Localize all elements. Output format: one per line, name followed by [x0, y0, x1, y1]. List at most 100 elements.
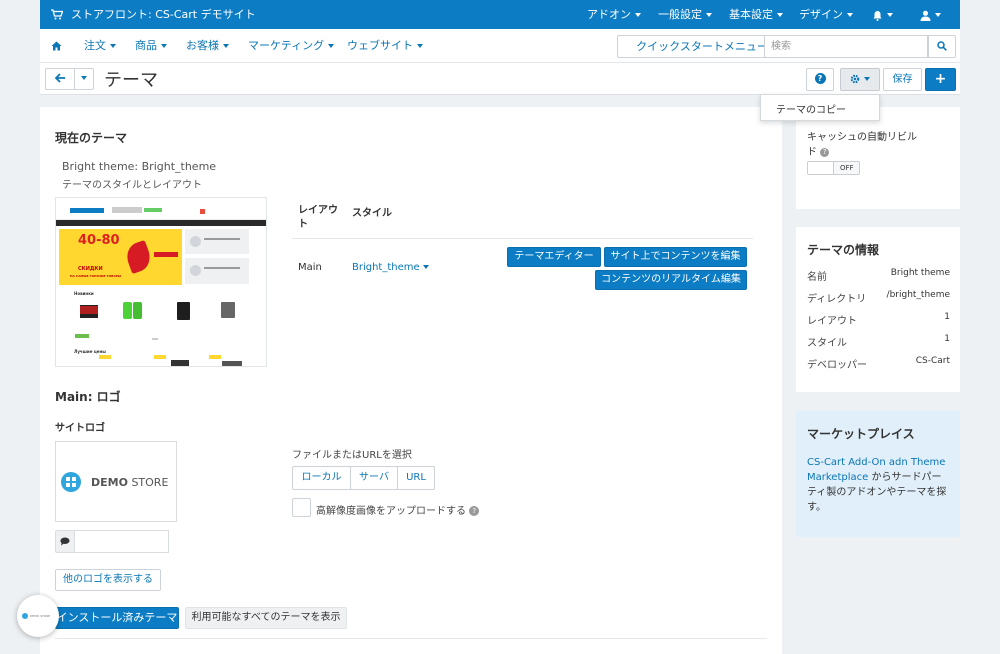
nav-website-label: ウェブサイト: [347, 39, 413, 52]
promo-text: СКИДКИ: [78, 266, 103, 272]
store-title[interactable]: ストアフロント: CS-Cart デモサイト: [71, 0, 256, 29]
menu-addons[interactable]: アドオン: [587, 0, 641, 29]
nav-marketing-label: マーケティング: [248, 39, 325, 52]
user-icon[interactable]: [920, 0, 941, 29]
nav-products[interactable]: 商品: [135, 29, 167, 63]
tab-installed-themes[interactable]: インストール済みテーマ: [55, 607, 179, 629]
question-icon: ?: [814, 73, 826, 84]
info-value-layout[interactable]: 1: [944, 312, 950, 322]
menu-general[interactable]: 一般設定: [658, 0, 712, 29]
col-layout-header: レイアウト: [298, 205, 338, 230]
logo-alt-input[interactable]: [75, 530, 169, 553]
preview-section-label-2: Лучшие цены: [74, 349, 106, 354]
current-theme-title: 現在のテーマ: [55, 131, 128, 145]
search-button[interactable]: [928, 35, 956, 58]
theme-name: Bright theme: Bright_theme: [62, 160, 217, 173]
theme-editor-button[interactable]: テーマエディター: [507, 247, 601, 267]
search-input[interactable]: 検索: [764, 35, 928, 58]
source-local-button[interactable]: ローカル: [292, 466, 351, 490]
top-bar: ストアフロント: CS-Cart デモサイト アドオン 一般設定 基本設定 デザ…: [40, 0, 960, 29]
menu-design-label: デザイン: [799, 8, 843, 21]
logo-icon: [61, 472, 81, 492]
col-style-header: スタイル: [352, 208, 392, 219]
theme-info-title: テーマの情報: [807, 243, 880, 257]
info-value-developer: CS-Cart: [915, 356, 950, 366]
cache-toggle[interactable]: OFF: [807, 161, 860, 175]
quick-start-label: クイックスタートメニュー: [636, 40, 768, 53]
logo-text-light: STORE: [127, 476, 169, 489]
comment-icon: [55, 530, 75, 553]
help-button[interactable]: ?: [806, 68, 834, 91]
hidpi-label-text: 高解像度画像をアップロードする: [316, 506, 466, 517]
cart-icon[interactable]: [51, 0, 64, 29]
chevron-down-icon: [81, 76, 87, 80]
tabs-divider: [55, 638, 767, 639]
logo-text: DEMO STORE: [91, 476, 168, 489]
info-value-name: Bright theme: [890, 268, 950, 278]
logo-section-title: Main: ロゴ: [55, 390, 121, 404]
info-key-directory: ディレクトリ: [807, 294, 867, 305]
page-header: テーマ ? 保存 +: [40, 63, 960, 95]
info-value-style[interactable]: 1: [944, 334, 950, 344]
show-other-logos-button[interactable]: 他のロゴを表示する: [55, 569, 161, 591]
file-select-label: ファイルまたはURLを選択: [292, 450, 412, 461]
edit-on-site-button[interactable]: サイト上でコンテンツを編集: [604, 247, 747, 267]
menu-settings-label: 基本設定: [729, 8, 773, 21]
cache-rebuild-label: キャッシュの自動リビルド ?: [807, 130, 919, 160]
table-divider: [292, 238, 753, 239]
nav-customers[interactable]: お客様: [186, 29, 229, 63]
hidpi-label: 高解像度画像をアップロードする ?: [316, 502, 480, 517]
source-url-button[interactable]: URL: [397, 466, 435, 490]
menu-addons-label: アドオン: [587, 8, 631, 21]
style-value-link[interactable]: Bright_theme: [352, 262, 429, 273]
nav-website[interactable]: ウェブサイト: [347, 29, 423, 63]
main-nav: 注文 商品 お客様 マーケティング ウェブサイト クイックスタートメニュー 検索: [40, 29, 960, 63]
promo-number: 40-80: [78, 233, 120, 248]
toggle-handle: [808, 162, 834, 174]
promo-sub: НА САМЫЕ ГОРЯЧИЕ ТОВАРЫ: [70, 274, 122, 278]
nav-customers-label: お客様: [186, 39, 219, 52]
info-value-directory[interactable]: /bright_theme: [887, 290, 950, 300]
theme-preview: 40-80 СКИДКИ НА САМЫЕ ГОРЯЧИЕ ТОВАРЫ Нов…: [55, 197, 267, 367]
menu-settings[interactable]: 基本設定: [729, 0, 783, 29]
logo-text-bold: DEMO: [91, 476, 128, 489]
source-server-button[interactable]: サーバ: [350, 466, 398, 490]
hidpi-checkbox[interactable]: [292, 498, 311, 517]
home-icon[interactable]: [51, 29, 62, 63]
back-dropdown[interactable]: [74, 68, 94, 90]
bell-icon[interactable]: [872, 0, 893, 29]
chat-badge-text: DEMO STORE: [30, 614, 51, 618]
help-icon[interactable]: ?: [820, 147, 830, 157]
nav-marketing[interactable]: マーケティング: [248, 29, 335, 63]
settings-dropdown-button[interactable]: [840, 68, 880, 91]
site-logo-label: サイトロゴ: [55, 423, 105, 434]
info-key-layout: レイアウト: [807, 316, 857, 327]
preview-section-label: Новинки: [74, 291, 94, 296]
nav-products-label: 商品: [135, 39, 157, 52]
menu-general-label: 一般設定: [658, 8, 702, 21]
gear-icon: [850, 74, 860, 84]
theme-subtitle: テーマのスタイルとレイアウト: [62, 180, 202, 191]
nav-orders[interactable]: 注文: [84, 29, 116, 63]
toggle-off-label: OFF: [840, 164, 854, 172]
settings-dropdown-menu: テーマのコピー: [760, 94, 880, 121]
marketplace-title: マーケットプレイス: [807, 427, 915, 441]
help-icon[interactable]: ?: [469, 506, 480, 516]
info-key-style: スタイル: [807, 338, 847, 349]
add-button[interactable]: +: [925, 68, 956, 91]
realtime-edit-button[interactable]: コンテンツのリアルタイム編集: [595, 270, 747, 290]
nav-orders-label: 注文: [84, 39, 106, 52]
save-button[interactable]: 保存: [883, 68, 922, 91]
layout-value: Main: [298, 262, 322, 273]
page-title: テーマ: [104, 70, 158, 91]
tab-all-themes[interactable]: 利用可能なすべてのテーマを表示: [185, 607, 347, 629]
marketplace-text: CS-Cart Add-On adn Theme Marketplace からサ…: [807, 455, 951, 515]
chat-logo-icon: [22, 613, 28, 619]
back-button[interactable]: [45, 68, 75, 90]
menu-design[interactable]: デザイン: [799, 0, 853, 29]
search-icon: [937, 41, 947, 51]
copy-theme-menu-item[interactable]: テーマのコピー: [776, 101, 846, 116]
logo-preview: DEMO STORE: [55, 441, 177, 522]
chat-widget-button[interactable]: DEMO STORE: [17, 595, 59, 637]
arrow-left-icon: [54, 73, 65, 83]
